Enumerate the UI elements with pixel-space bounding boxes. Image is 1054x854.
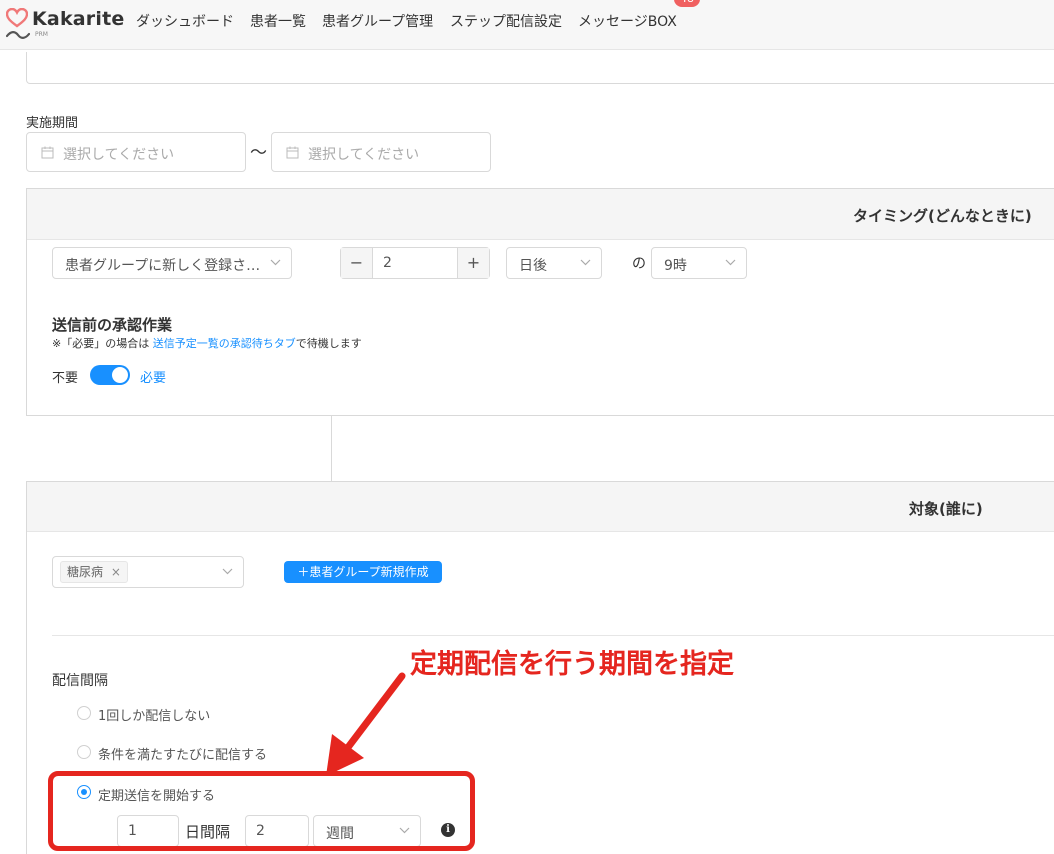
toggle-knob <box>112 367 128 383</box>
approval-note: ※「必要」の場合は 送信予定一覧の承認待ちタブで待機します <box>52 335 362 351</box>
start-date-placeholder: 選択してください <box>63 147 175 163</box>
trigger-select-value: 患者グループに新しく登録さ… <box>65 258 261 274</box>
title-input[interactable] <box>26 52 1054 84</box>
offset-unit-value: 日後 <box>519 258 547 274</box>
message-count-badge: 48 <box>674 0 700 7</box>
nav-item-patient-list[interactable]: 患者一覧 <box>250 11 306 31</box>
timing-card: タイミング(どんなときに) <box>26 188 1054 416</box>
chevron-down-icon <box>222 568 233 575</box>
nav-item-message-box[interactable]: メッセージBOX <box>578 11 677 31</box>
connector-line <box>331 416 332 482</box>
interval-label: 配信間隔 <box>52 673 108 689</box>
offset-stepper[interactable]: − 2 + <box>340 247 490 279</box>
period-label: 実施期間 <box>26 116 79 131</box>
end-date-picker[interactable]: 選択してください <box>271 132 491 172</box>
offset-value[interactable]: 2 <box>383 255 392 271</box>
approval-tab-link[interactable]: 送信予定一覧の承認待ちタブ <box>153 337 296 350</box>
toggle-on-label: 必要 <box>140 371 167 386</box>
time-value: 9時 <box>664 258 687 274</box>
annotation-text: 定期配信を行う期間を指定 <box>410 649 734 680</box>
chevron-down-icon <box>580 259 591 266</box>
logo-subtext: PRM <box>35 31 48 38</box>
close-icon[interactable]: × <box>111 565 121 579</box>
top-nav-bar: Kakarite PRM ダッシュボード 患者一覧 患者グループ管理 ステップ配… <box>0 0 1054 50</box>
create-group-label: 患者グループ新規作成 <box>309 565 429 579</box>
approval-toggle[interactable] <box>90 365 130 385</box>
calendar-icon <box>286 146 299 159</box>
decrement-button[interactable]: − <box>341 248 373 278</box>
calendar-icon <box>41 146 54 159</box>
time-select[interactable]: 9時 <box>651 247 747 279</box>
of-label: の <box>632 256 646 272</box>
group-multiselect[interactable]: 糖尿病 × <box>52 556 244 588</box>
increment-button[interactable]: + <box>457 248 489 278</box>
offset-unit-select[interactable]: 日後 <box>506 247 602 279</box>
wave-logo-icon <box>6 31 30 39</box>
target-title: 対象(誰に) <box>909 500 983 518</box>
annotation-highlight-box <box>48 771 475 851</box>
nav-item-step-delivery[interactable]: ステップ配信設定 <box>450 11 562 31</box>
logo-text: Kakarite <box>32 8 125 30</box>
chevron-down-icon <box>270 259 281 266</box>
divider <box>52 635 1054 636</box>
trigger-select[interactable]: 患者グループに新しく登録さ… <box>52 247 292 279</box>
annotation-arrow-icon <box>326 672 406 776</box>
heart-logo-icon <box>6 8 28 28</box>
toggle-off-label: 不要 <box>52 371 79 386</box>
nav-item-patient-groups[interactable]: 患者グループ管理 <box>322 11 433 31</box>
chevron-down-icon <box>725 259 736 266</box>
approval-title: 送信前の承認作業 <box>52 316 173 334</box>
period-separator: 〜 <box>250 143 267 163</box>
radio-once[interactable] <box>77 706 91 720</box>
radio-each-condition[interactable] <box>77 745 91 759</box>
end-date-placeholder: 選択してください <box>308 147 420 163</box>
app-logo[interactable]: Kakarite PRM <box>6 8 124 42</box>
target-card-header: 対象(誰に) <box>27 482 1054 532</box>
selected-group-tag: 糖尿病 × <box>60 561 128 583</box>
create-group-button[interactable]: ＋患者グループ新規作成 <box>284 561 442 583</box>
plus-icon: ＋ <box>297 565 310 579</box>
option-each-label[interactable]: 条件を満たすたびに配信する <box>98 744 267 763</box>
approval-note-suffix: で待機します <box>295 337 362 350</box>
nav-item-dashboard[interactable]: ダッシュボード <box>136 11 234 31</box>
approval-note-prefix: ※「必要」の場合は <box>52 337 150 350</box>
timing-card-header: タイミング(どんなときに) <box>27 189 1054 240</box>
option-once-label[interactable]: 1回しか配信しない <box>98 705 210 724</box>
timing-title: タイミング(どんなときに) <box>853 207 1032 225</box>
tag-label: 糖尿病 <box>67 565 104 579</box>
start-date-picker[interactable]: 選択してください <box>26 132 246 172</box>
